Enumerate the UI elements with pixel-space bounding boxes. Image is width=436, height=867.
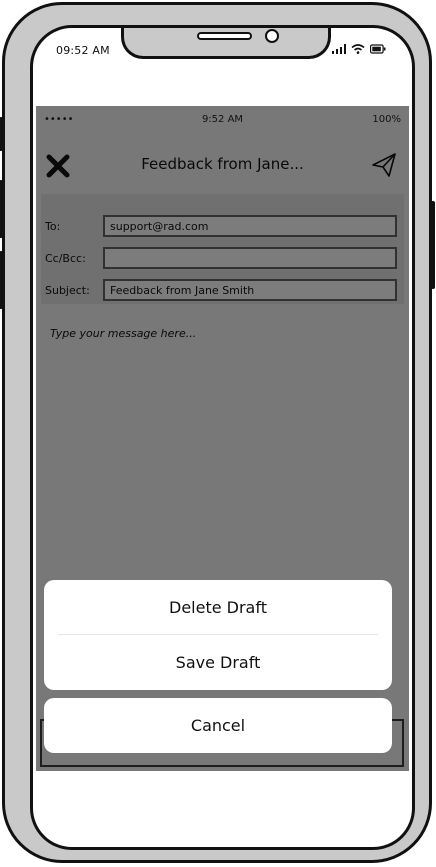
front-camera [265, 29, 279, 43]
battery-icon [370, 44, 386, 54]
delete-draft-button[interactable]: Delete Draft [44, 580, 392, 634]
speaker-grille [197, 32, 252, 40]
notch [121, 28, 331, 59]
action-sheet: Delete Draft Save Draft [44, 580, 392, 690]
device-time: 09:52 AM [56, 44, 110, 57]
volume-up-button [0, 180, 3, 238]
cancel-button[interactable]: Cancel [44, 698, 392, 753]
mute-switch [0, 117, 3, 151]
volume-down-button [0, 251, 3, 309]
wifi-icon [351, 44, 365, 54]
save-draft-button[interactable]: Save Draft [44, 635, 392, 689]
signal-bars-icon [332, 44, 346, 54]
device-status-icons [332, 44, 386, 54]
power-button [431, 201, 435, 289]
